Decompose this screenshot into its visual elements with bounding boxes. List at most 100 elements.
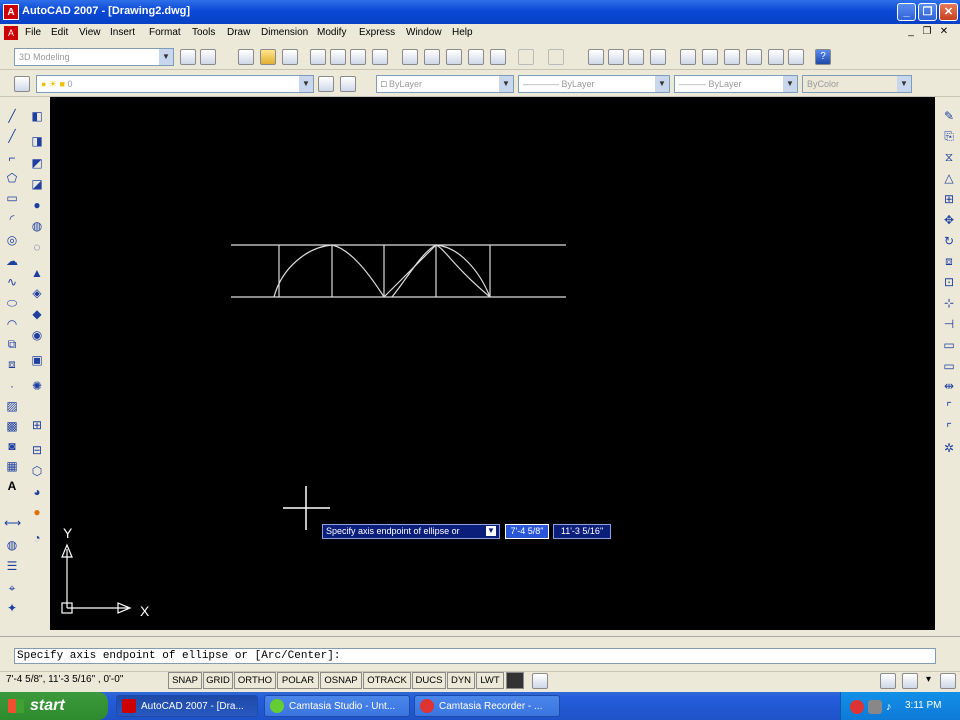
- lock-toolbars-icon[interactable]: [902, 673, 918, 689]
- doc-restore-button[interactable]: ❐: [920, 26, 934, 39]
- table-icon[interactable]: ▦: [4, 458, 20, 474]
- spline-icon[interactable]: ∿: [4, 274, 20, 290]
- tool-palettes-icon[interactable]: [724, 49, 740, 65]
- pyramid-icon[interactable]: ▲: [29, 265, 45, 281]
- recorder-tray-icon[interactable]: [850, 700, 864, 714]
- color-dropdown[interactable]: □ ByLayer ▼: [376, 75, 514, 93]
- revision-cloud-icon[interactable]: ☁: [4, 253, 20, 269]
- fillet-icon[interactable]: ⌜: [941, 420, 957, 436]
- network-tray-icon[interactable]: [868, 700, 882, 714]
- helix-icon[interactable]: ◈: [29, 285, 45, 301]
- minimize-button[interactable]: _: [897, 3, 916, 21]
- ortho-button[interactable]: ORTHO: [234, 672, 276, 689]
- polyline-icon[interactable]: ⌐: [4, 150, 20, 166]
- dyn-button[interactable]: DYN: [447, 672, 475, 689]
- workspace-settings-icon[interactable]: [180, 49, 196, 65]
- menu-file[interactable]: File: [25, 27, 41, 38]
- markup-set-icon[interactable]: [768, 49, 784, 65]
- snap-button[interactable]: SNAP: [168, 672, 202, 689]
- insert-block-icon[interactable]: ⧉: [4, 336, 20, 352]
- properties-icon[interactable]: [680, 49, 696, 65]
- menu-tools[interactable]: Tools: [192, 27, 215, 38]
- materials-icon[interactable]: ◔: [29, 530, 45, 546]
- taskbar-camtasia-studio[interactable]: Camtasia Studio - Unt...: [264, 695, 410, 717]
- taskbar-autocad[interactable]: AutoCAD 2007 - [Dra...: [116, 695, 258, 717]
- command-line[interactable]: Specify axis endpoint of ellipse or [Arc…: [14, 648, 936, 664]
- move-icon[interactable]: ✥: [941, 212, 957, 228]
- explode-icon[interactable]: ✲: [941, 440, 957, 456]
- menu-help[interactable]: Help: [452, 27, 473, 38]
- sphere-icon[interactable]: ●: [29, 197, 45, 213]
- menu-view[interactable]: View: [79, 27, 101, 38]
- drawing-canvas[interactable]: Y X: [50, 97, 935, 630]
- multiline-text-icon[interactable]: A: [4, 478, 20, 494]
- open-file-icon[interactable]: [260, 49, 276, 65]
- rectangle-icon[interactable]: ▭: [4, 190, 20, 206]
- close-button[interactable]: ✕: [939, 3, 958, 21]
- paste-icon[interactable]: [446, 49, 462, 65]
- distance-icon[interactable]: ⟷: [4, 515, 21, 531]
- torus-icon[interactable]: ◌: [29, 239, 45, 255]
- 3d-move-icon[interactable]: ◕: [29, 484, 45, 500]
- menu-draw[interactable]: Draw: [227, 27, 250, 38]
- redo-icon[interactable]: [548, 49, 564, 65]
- dynamic-input-second-field[interactable]: 11'-3 5/16": [553, 524, 611, 539]
- save-workspace-icon[interactable]: [200, 49, 216, 65]
- plotstyle-dropdown[interactable]: ByColor ▼: [802, 75, 912, 93]
- planar-surface-icon[interactable]: ◆: [29, 306, 45, 322]
- zoom-realtime-icon[interactable]: [608, 49, 624, 65]
- autocad-logo-icon[interactable]: A: [3, 4, 19, 20]
- camera-icon[interactable]: ▣: [29, 352, 45, 368]
- cylinder-icon[interactable]: ◍: [29, 218, 45, 234]
- extrude-icon[interactable]: ◉: [29, 327, 45, 343]
- doc-close-button[interactable]: ✕: [937, 26, 951, 39]
- document-icon[interactable]: A: [4, 26, 18, 40]
- make-object-layer-current-icon[interactable]: [318, 76, 334, 92]
- dynamic-input-distance-field[interactable]: 7'-4 5/8": [505, 524, 549, 539]
- lwt-button[interactable]: LWT: [476, 672, 504, 689]
- zoom-window-icon[interactable]: [628, 49, 644, 65]
- menu-edit[interactable]: Edit: [51, 27, 68, 38]
- block-editor-icon[interactable]: [490, 49, 506, 65]
- design-center-icon[interactable]: [702, 49, 718, 65]
- options-arrow-icon[interactable]: ▼: [486, 526, 496, 536]
- hatch-icon[interactable]: ▨: [4, 398, 20, 414]
- plot-icon[interactable]: [310, 49, 326, 65]
- status-menu-arrow-icon[interactable]: ▾: [926, 674, 931, 685]
- sheet-set-manager-icon[interactable]: [746, 49, 762, 65]
- menu-modify[interactable]: Modify: [317, 27, 346, 38]
- pan-icon[interactable]: [588, 49, 604, 65]
- trim-icon[interactable]: ⊹: [941, 295, 957, 311]
- circle-icon[interactable]: ◎: [4, 232, 20, 248]
- volume-tray-icon[interactable]: ♪: [886, 700, 900, 714]
- restore-button[interactable]: ❐: [918, 3, 937, 21]
- render-icon[interactable]: ●: [29, 504, 45, 520]
- layer-dropdown[interactable]: ● ☀ ■ 0 ▼: [36, 75, 314, 93]
- erase-icon[interactable]: ✎: [941, 108, 957, 124]
- break-icon[interactable]: ▭: [941, 358, 957, 374]
- model-space-icon[interactable]: [506, 672, 524, 689]
- construction-line-icon[interactable]: ╱: [4, 128, 20, 144]
- scale-icon[interactable]: ⧈: [941, 253, 957, 269]
- clean-screen-icon[interactable]: [940, 673, 956, 689]
- ellipse-arc-icon[interactable]: ◠: [4, 316, 20, 332]
- region-icon[interactable]: ◙: [4, 438, 20, 454]
- ellipse-icon[interactable]: ⬭: [4, 295, 20, 311]
- arc-icon[interactable]: ◜: [4, 211, 20, 227]
- linetype-dropdown[interactable]: ———— ByLayer ▼: [518, 75, 670, 93]
- chamfer-icon[interactable]: ⌜: [941, 399, 957, 415]
- join-icon[interactable]: ⇹: [941, 378, 957, 394]
- copy-object-icon[interactable]: ⎘: [941, 128, 957, 144]
- subtract-icon[interactable]: ⊟: [29, 442, 45, 458]
- menu-dimension[interactable]: Dimension: [261, 27, 308, 38]
- annotation-scale-icon[interactable]: [532, 673, 548, 689]
- region-mass-icon[interactable]: ◍: [4, 537, 20, 553]
- line-icon[interactable]: ╱: [4, 108, 20, 124]
- menu-insert[interactable]: Insert: [110, 27, 135, 38]
- doc-minimize-button[interactable]: _: [904, 26, 918, 39]
- clock[interactable]: 3:11 PM: [905, 700, 942, 711]
- lineweight-dropdown[interactable]: ——— ByLayer ▼: [674, 75, 798, 93]
- help-icon[interactable]: ?: [815, 49, 831, 65]
- cut-icon[interactable]: [402, 49, 418, 65]
- match-properties-icon[interactable]: [468, 49, 484, 65]
